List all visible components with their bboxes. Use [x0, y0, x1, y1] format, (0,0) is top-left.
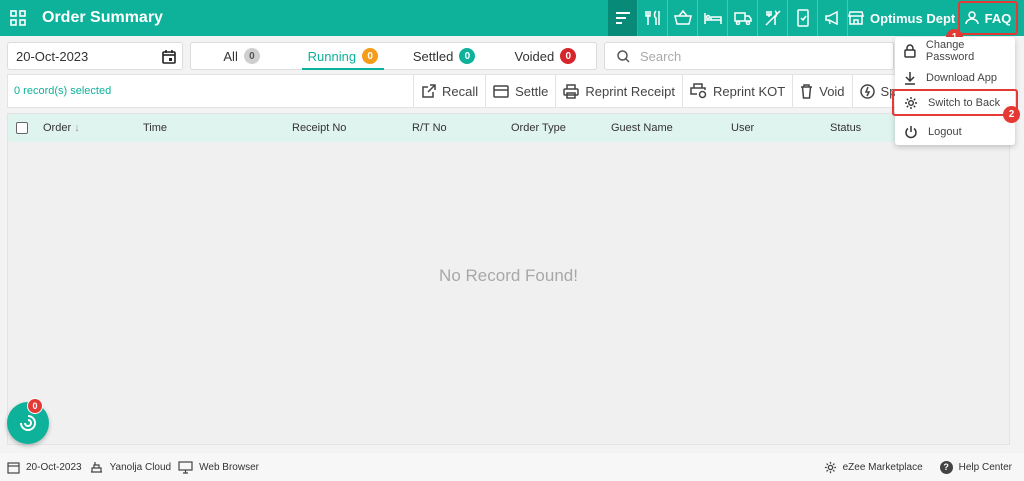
column-status: Status	[830, 122, 862, 134]
order-table: Order ↓ Time Receipt No R/T No Order Typ…	[7, 113, 1010, 445]
action-toolbar: 0 record(s) selected Recall Settle Repri…	[7, 74, 1010, 108]
tab-settled[interactable]: Settled 0	[394, 43, 495, 69]
reprint-kot-button[interactable]: Reprint KOT	[681, 74, 792, 108]
mobile-order-icon[interactable]	[788, 0, 818, 36]
top-nav-icons	[608, 0, 848, 36]
column-order[interactable]: Order ↓	[43, 122, 80, 134]
search-box[interactable]	[604, 42, 894, 70]
logout-label: Logout	[928, 125, 962, 138]
announcement-icon[interactable]	[818, 0, 848, 36]
monitor-icon	[178, 460, 193, 474]
calendar-icon	[7, 461, 20, 474]
tab-label: All	[223, 48, 238, 64]
menu-item-switch-to-back[interactable]: Switch to Back	[892, 89, 1018, 116]
help-center-link[interactable]: ? Help Center	[939, 460, 1012, 474]
server-icon	[90, 461, 102, 473]
table-header: Order ↓ Time Receipt No R/T No Order Typ…	[8, 114, 1009, 142]
tab-label: Settled	[412, 48, 454, 64]
faq-label: FAQ	[984, 10, 1012, 26]
date-picker[interactable]: 20-Oct-2023	[7, 42, 183, 70]
void-label: Void	[819, 83, 845, 99]
step-marker-2: 2	[1003, 106, 1020, 123]
column-guest-name: Guest Name	[611, 122, 673, 134]
settle-button[interactable]: Settle	[485, 74, 555, 108]
column-receipt-no: Receipt No	[292, 122, 347, 134]
faq-user-button[interactable]: FAQ	[958, 1, 1018, 35]
reprint-kot-label: Reprint KOT	[712, 83, 786, 99]
filter-icon[interactable]	[608, 0, 638, 36]
marketplace-link[interactable]: eZee Marketplace	[824, 461, 923, 474]
download-app-label: Download App	[926, 71, 997, 84]
card-icon	[493, 84, 509, 98]
footer-date: 20-Oct-2023	[7, 461, 82, 474]
tab-label: Running	[307, 48, 357, 64]
search-input[interactable]	[640, 48, 860, 64]
tab-label: Voided	[514, 48, 555, 64]
footer-cloud: Yanolja Cloud	[89, 461, 171, 474]
help-icon: ?	[939, 460, 953, 474]
menu-item-download-app[interactable]: Download App	[895, 64, 1015, 91]
user-dropdown-menu: Change Password Download App Switch to B…	[892, 37, 1018, 145]
printer-settings-icon	[690, 83, 707, 99]
selected-count: 0 record(s) selected	[14, 85, 112, 97]
tab-count-badge: 0	[560, 48, 577, 64]
date-value: 20-Oct-2023	[16, 48, 89, 64]
footer-browser: Web Browser	[178, 460, 259, 474]
settle-label: Settle	[515, 83, 549, 99]
spinner-icon	[20, 415, 36, 431]
reprint-receipt-label: Reprint Receipt	[585, 83, 675, 99]
recall-button[interactable]: Recall	[413, 74, 485, 108]
select-all-checkbox[interactable]	[16, 122, 28, 134]
department-name: Optimus Dept	[870, 10, 956, 26]
tab-count-badge: 0	[362, 48, 379, 64]
split-icon	[859, 83, 875, 99]
external-link-icon	[422, 83, 436, 98]
status-footer: 20-Oct-2023 Yanolja Cloud Web Browser eZ…	[0, 453, 1024, 481]
column-order-type: Order Type	[511, 122, 566, 134]
store-icon	[848, 11, 864, 25]
apps-grid-icon[interactable]	[0, 0, 36, 36]
power-icon	[905, 125, 917, 138]
calendar-icon[interactable]	[162, 49, 176, 64]
delivery-truck-icon[interactable]	[728, 0, 758, 36]
tab-running[interactable]: Running 0	[292, 43, 393, 70]
no-food-icon[interactable]	[758, 0, 788, 36]
trash-icon	[801, 83, 813, 99]
tab-all[interactable]: All 0	[191, 43, 292, 69]
download-icon	[905, 71, 915, 85]
page-title: Order Summary	[42, 9, 163, 26]
hotel-bed-icon[interactable]	[698, 0, 728, 36]
reprint-receipt-button[interactable]: Reprint Receipt	[555, 74, 682, 108]
column-user: User	[731, 122, 755, 134]
empty-state-message: No Record Found!	[439, 266, 578, 285]
user-icon	[964, 11, 979, 25]
column-rt-no: R/T No	[412, 122, 447, 134]
tab-voided[interactable]: Voided 0	[495, 43, 596, 69]
recall-label: Recall	[442, 83, 479, 99]
lock-icon	[904, 43, 916, 58]
department-selector[interactable]: Optimus Dept	[848, 0, 955, 36]
notification-badge: 0	[27, 398, 43, 414]
tab-count-badge: 0	[243, 48, 260, 64]
top-bar: Order Summary Optimus Dept FAQ	[0, 0, 1024, 36]
column-time: Time	[143, 122, 168, 134]
footer-right: eZee Marketplace ? Help Center	[817, 453, 1012, 481]
restaurant-icon[interactable]	[638, 0, 668, 36]
search-icon	[617, 49, 630, 63]
menu-item-logout[interactable]: Logout	[895, 118, 1015, 145]
menu-item-change-password[interactable]: Change Password	[895, 37, 1015, 64]
switch-to-back-label: Switch to Back	[928, 96, 1001, 109]
status-tabs: All 0 Running 0 Settled 0 Voided 0	[190, 42, 597, 70]
tab-count-badge: 0	[459, 48, 476, 64]
change-password-label: Change Password	[925, 38, 975, 63]
floating-orders-button[interactable]: 0	[7, 398, 49, 444]
gear-icon	[824, 461, 836, 473]
basket-icon[interactable]	[668, 0, 698, 36]
printer-icon	[563, 83, 580, 99]
void-button[interactable]: Void	[792, 74, 851, 108]
sort-arrow-icon: ↓	[74, 122, 80, 134]
gear-icon	[905, 96, 917, 109]
